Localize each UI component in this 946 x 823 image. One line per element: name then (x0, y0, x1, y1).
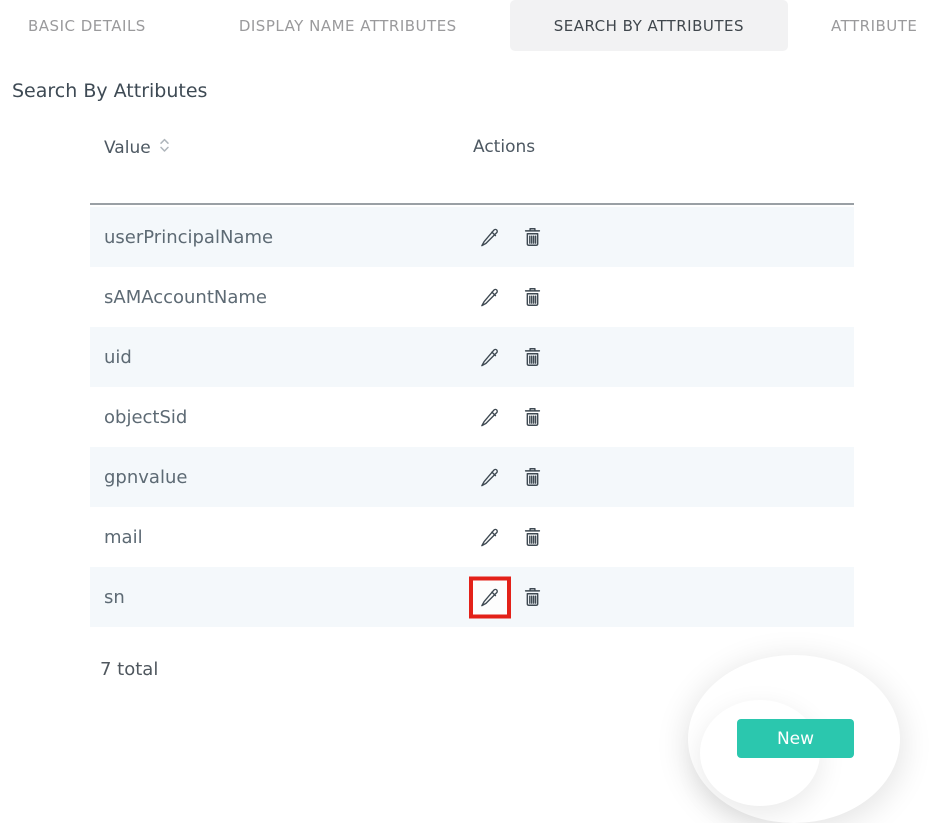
tab-search-by-attributes[interactable]: SEARCH BY ATTRIBUTES (510, 0, 788, 51)
delete-button[interactable] (521, 346, 544, 369)
new-button[interactable]: New (737, 719, 854, 758)
search-attributes-table: Value Actions userPrincipalName (90, 137, 854, 627)
table-row: mail (90, 507, 854, 567)
pencil-icon (479, 346, 501, 368)
table-row: gpnvalue (90, 447, 854, 507)
column-header-actions: Actions (473, 137, 535, 157)
trash-icon (521, 346, 544, 369)
delete-button[interactable] (521, 286, 544, 309)
edit-button[interactable] (479, 586, 501, 608)
edit-button[interactable] (479, 466, 501, 488)
row-actions (479, 526, 544, 549)
delete-button[interactable] (521, 526, 544, 549)
tab-attribute[interactable]: ATTRIBUTE (831, 0, 917, 51)
delete-button[interactable] (521, 226, 544, 249)
tab-display-name-attributes[interactable]: DISPLAY NAME ATTRIBUTES (239, 0, 457, 51)
tab-basic-details[interactable]: BASIC DETAILS (28, 0, 146, 51)
row-actions (479, 406, 544, 429)
table-header-row: Value Actions (90, 137, 854, 205)
row-actions (479, 466, 544, 489)
pencil-icon (479, 226, 501, 248)
row-actions (479, 346, 544, 369)
edit-button[interactable] (479, 286, 501, 308)
table-row: uid (90, 327, 854, 387)
column-header-value-label: Value (104, 138, 151, 158)
table-row: userPrincipalName (90, 207, 854, 267)
pencil-icon (479, 526, 501, 548)
delete-button[interactable] (521, 466, 544, 489)
delete-button[interactable] (521, 586, 544, 609)
row-value: gpnvalue (104, 467, 187, 488)
trash-icon (521, 466, 544, 489)
trash-icon (521, 586, 544, 609)
sort-icon[interactable] (158, 137, 171, 159)
trash-icon (521, 286, 544, 309)
pencil-icon (479, 586, 501, 608)
row-actions (479, 226, 544, 249)
row-value: mail (104, 527, 143, 548)
row-actions (479, 586, 544, 609)
pencil-icon (479, 466, 501, 488)
table-row-sn: sn (90, 567, 854, 627)
row-value: sn (104, 587, 125, 608)
delete-button[interactable] (521, 406, 544, 429)
tab-bar: BASIC DETAILS DISPLAY NAME ATTRIBUTES SE… (0, 0, 946, 51)
row-value: userPrincipalName (104, 227, 273, 248)
highlight-annotation (469, 576, 511, 618)
trash-icon (521, 226, 544, 249)
table-body: userPrincipalName (90, 207, 854, 627)
column-header-value[interactable]: Value (104, 137, 171, 159)
row-value: objectSid (104, 407, 187, 428)
edit-button[interactable] (479, 226, 501, 248)
trash-icon (521, 526, 544, 549)
edit-button[interactable] (479, 346, 501, 368)
row-value: sAMAccountName (104, 287, 267, 308)
table-row: sAMAccountName (90, 267, 854, 327)
page-title: Search By Attributes (12, 78, 946, 104)
edit-button[interactable] (479, 406, 501, 428)
row-value: uid (104, 347, 132, 368)
pencil-icon (479, 286, 501, 308)
row-actions (479, 286, 544, 309)
table-row: objectSid (90, 387, 854, 447)
edit-button[interactable] (479, 526, 501, 548)
trash-icon (521, 406, 544, 429)
pencil-icon (479, 406, 501, 428)
